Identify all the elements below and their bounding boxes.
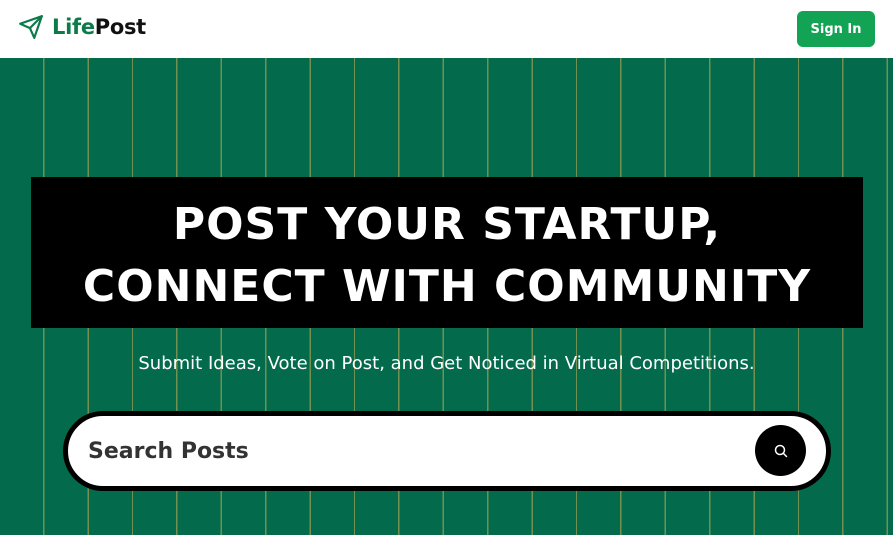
search-icon: [774, 444, 787, 457]
headline-line-2: CONNECT WITH COMMUNITY: [82, 261, 812, 312]
search-button[interactable]: [755, 425, 806, 476]
hero-headline: POST YOUR STARTUP, CONNECT WITH COMMUNIT…: [31, 177, 863, 328]
logo-text-post: Post: [94, 15, 146, 39]
headline-line-1: POST YOUR STARTUP,: [172, 199, 722, 250]
hero-subtitle: Submit Ideas, Vote on Post, and Get Noti…: [138, 353, 755, 374]
sign-in-button[interactable]: Sign In: [797, 11, 875, 47]
search-input[interactable]: [88, 430, 748, 472]
logo[interactable]: LifePost: [18, 14, 146, 40]
logo-text-life: Life: [52, 15, 95, 39]
paper-plane-icon: [19, 15, 43, 39]
hero-section: POST YOUR STARTUP, CONNECT WITH COMMUNIT…: [0, 58, 893, 535]
logo-text: LifePost: [52, 14, 146, 40]
top-navbar: LifePost Sign In: [0, 0, 893, 58]
search-bar: [63, 411, 831, 491]
